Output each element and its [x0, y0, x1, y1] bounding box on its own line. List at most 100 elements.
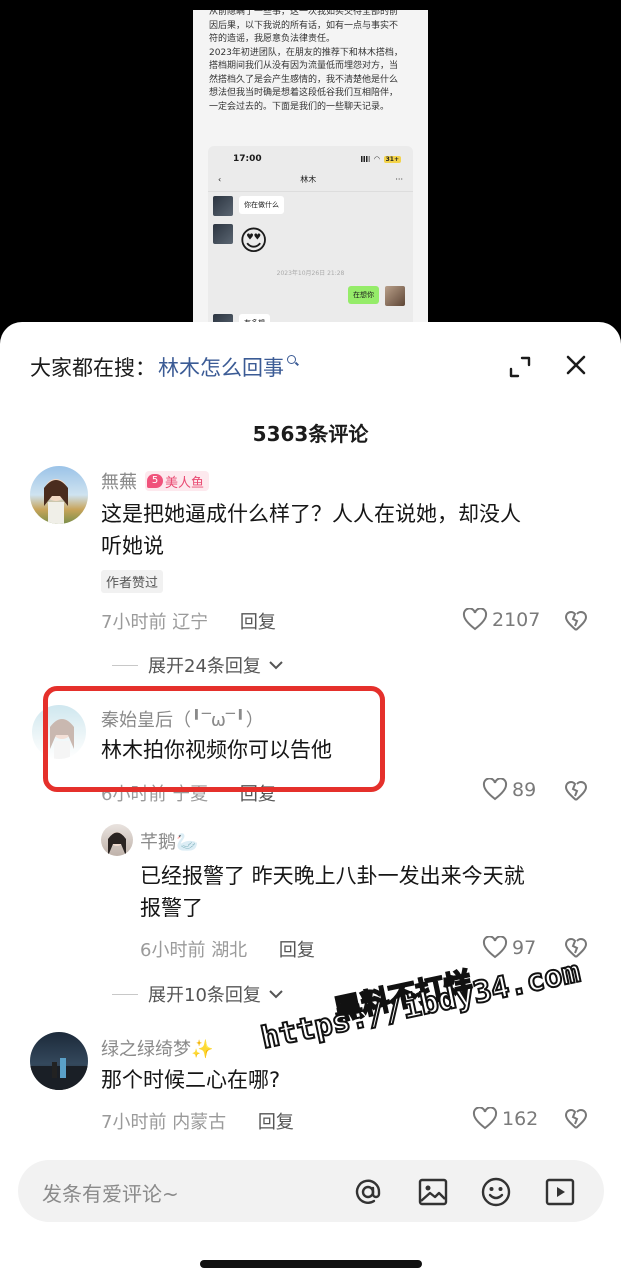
chat-contact-name: 林木: [300, 175, 317, 184]
wifi-icon: ◠: [374, 155, 380, 163]
back-icon: ‹: [218, 175, 222, 184]
doc-line: 搭档期间我们从没有因为流量低而埋怨对方，当: [209, 61, 399, 71]
comment-text-line: 已经报警了 昨天晚上八卦一发出来今天就: [140, 864, 525, 888]
avatar: [213, 314, 233, 322]
like-count: 97: [512, 937, 537, 959]
chevron-down-icon: [269, 661, 283, 670]
heart-icon: [462, 608, 488, 631]
avatar[interactable]: [30, 1032, 88, 1090]
doc-line: 因后果，以下我说的所有话，如有一点与事实不: [209, 20, 399, 31]
chat-bubble: 你在做什么: [239, 196, 284, 214]
comment-text-line: 听她说: [101, 534, 164, 558]
fan-badge: 5 美人鱼: [145, 471, 210, 491]
comment-location: 内蒙古: [172, 1112, 227, 1133]
chat-timestamp: 2023年10月26日 21:28: [276, 270, 345, 277]
sticker-emoji-icon: 😍: [239, 224, 269, 257]
doc-line: 2023年初进团队，在朋友的推荐下和林木搭档，: [209, 47, 403, 58]
comment-meta: 6小时前 湖北 回复: [140, 936, 315, 962]
like-button[interactable]: 97: [482, 936, 536, 960]
like-count: 2107: [492, 609, 541, 631]
more-icon: ···: [395, 175, 403, 184]
doc-line: 符的造谣，我愿意负法律责任。: [209, 34, 336, 44]
hot-search-bar[interactable]: 大家都在搜： 林木怎么回事: [30, 352, 296, 382]
chat-bubble: 在想你: [348, 286, 379, 304]
chat-nav: ‹ 林木 ···: [208, 164, 413, 192]
expand-replies-label: 展开24条回复: [148, 656, 261, 677]
comment-location: 湖北: [211, 940, 248, 961]
chat-status-bar: 17:00 ◠ 31+: [208, 146, 413, 164]
avatar-illustration: [108, 832, 126, 856]
comment-username[interactable]: 绿之绿绮梦✨: [101, 1035, 213, 1061]
image-icon[interactable]: [417, 1176, 449, 1208]
comment-time: 6小时前: [140, 940, 206, 961]
heart-icon: [482, 778, 508, 801]
comment-meta: 7小时前 内蒙古 回复: [101, 1108, 294, 1134]
reply-button[interactable]: 回复: [240, 612, 276, 633]
document-text: 从前隐瞒了一些事，这一次我如实交待全部的前 因后果，以下我说的所有话，如有一点与…: [193, 10, 428, 114]
hot-search-prefix: 大家都在搜：: [30, 356, 156, 380]
emoji-icon[interactable]: [480, 1176, 512, 1208]
chat-message: 有多想: [213, 314, 270, 322]
expand-replies-button[interactable]: 展开10条回复: [112, 981, 285, 1007]
expand-replies-label: 展开10条回复: [148, 985, 261, 1006]
video-icon[interactable]: [544, 1176, 576, 1208]
comment-meta: 7小时前 辽宁 回复: [101, 608, 276, 634]
comment-text: 已经报警了 昨天晚上八卦一发出来今天就 报警了: [140, 860, 525, 924]
comment-text: 那个时候二心在哪?: [101, 1068, 281, 1092]
dislike-icon[interactable]: [564, 1108, 588, 1130]
video-preview[interactable]: 从前隐瞒了一些事，这一次我如实交待全部的前 因后果，以下我说的所有话，如有一点与…: [193, 10, 428, 322]
chevron-down-icon: [269, 990, 283, 999]
reply-button[interactable]: 回复: [258, 1112, 294, 1133]
comment-username[interactable]: 芊鹅🦢: [140, 828, 198, 854]
like-button[interactable]: 162: [472, 1107, 538, 1131]
battery-indicator: 31+: [383, 155, 401, 163]
avatar-illustration: [30, 1058, 88, 1090]
expand-icon[interactable]: [509, 356, 531, 378]
reply-button[interactable]: 回复: [279, 940, 315, 961]
comment-text-line: 这是把她逼成什么样了？人人在说她，却没人: [101, 502, 521, 526]
hot-search-term[interactable]: 林木怎么回事: [158, 352, 284, 382]
comment-text: 这是把她逼成什么样了？人人在说她，却没人 听她说: [101, 498, 521, 562]
avatar: [213, 224, 233, 244]
comment-location: 辽宁: [172, 612, 209, 633]
comment-time: 7小时前: [101, 612, 167, 633]
divider: [112, 664, 138, 666]
chat-message: 😍: [213, 224, 279, 258]
signal-icon: [361, 156, 371, 162]
like-count: 162: [502, 1108, 539, 1130]
search-icon: [287, 354, 296, 364]
comment-username[interactable]: 無蕪 5 美人鱼: [101, 468, 210, 494]
heart-icon: [482, 936, 508, 959]
avatar[interactable]: [101, 824, 133, 856]
doc-line: 从前隐瞒了一些事，这一次我如实交待全部的前: [209, 10, 399, 17]
username-text: 無蕪: [101, 472, 137, 493]
highlight-box: [43, 686, 385, 792]
chat-message-mine: 在想你: [348, 286, 405, 306]
mention-icon[interactable]: [352, 1176, 384, 1208]
home-indicator[interactable]: [200, 1260, 422, 1268]
chat-bubble: 有多想: [239, 314, 270, 322]
comment-count: 5363条评论: [252, 422, 369, 446]
comment-input-bar[interactable]: 发条有爱评论~: [18, 1160, 604, 1222]
avatar[interactable]: [30, 466, 88, 524]
dislike-icon[interactable]: [564, 610, 588, 632]
comment-time: 7小时前: [101, 1112, 167, 1133]
expand-replies-button[interactable]: 展开24条回复: [112, 652, 285, 678]
avatar: [385, 286, 405, 306]
close-icon[interactable]: [565, 354, 587, 376]
dislike-icon[interactable]: [564, 780, 588, 802]
doc-line: 想法但我当时确是想着这段低谷我们互相陪伴，: [209, 88, 399, 98]
status-time: 17:00: [233, 154, 262, 164]
comment-input-placeholder[interactable]: 发条有爱评论~: [42, 1178, 179, 1207]
heart-icon: [472, 1107, 498, 1130]
chat-screenshot: 17:00 ◠ 31+ ‹ 林木 ··· 你在做什么 😍 2023年10月26日 …: [208, 146, 413, 322]
divider: [112, 993, 138, 995]
chat-message: 你在做什么: [213, 196, 284, 216]
like-button[interactable]: 89: [482, 778, 536, 802]
badge-level: 5: [147, 474, 163, 488]
comment-text-line: 报警了: [140, 896, 203, 920]
like-button[interactable]: 2107: [462, 608, 540, 632]
avatar-illustration: [44, 479, 68, 524]
doc-line: 一定会过去的。下面是我们的一些聊天记录。: [209, 101, 390, 112]
doc-line: 然搭档久了是会产生感情的，我不清楚他是什么: [209, 74, 399, 85]
